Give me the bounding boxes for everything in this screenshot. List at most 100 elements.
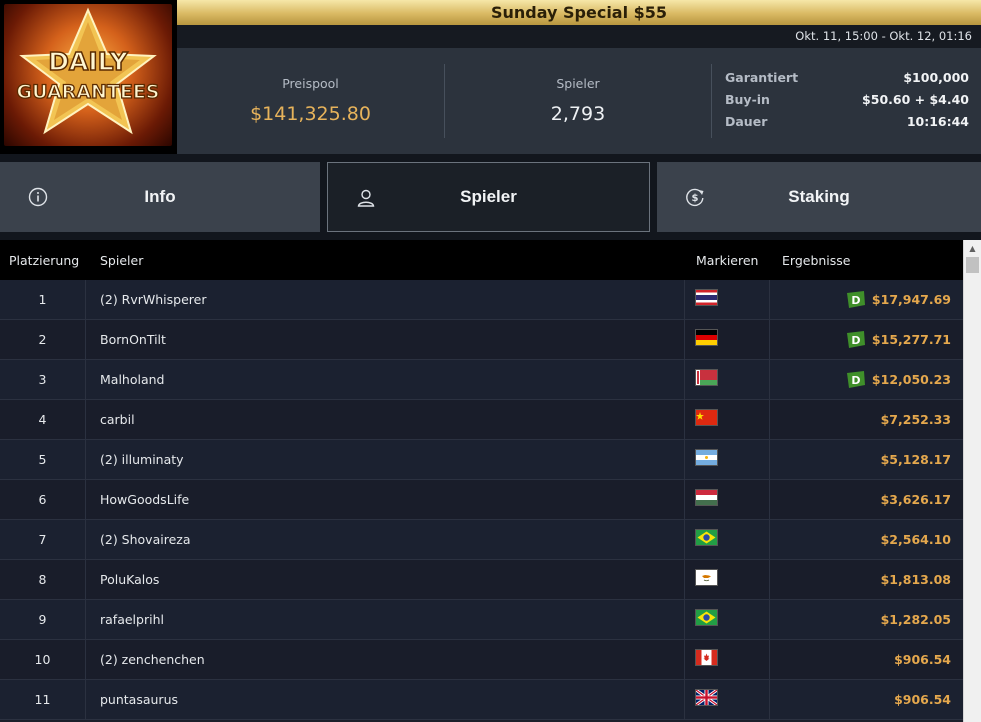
table-row[interactable]: 5 (2) illuminaty $5,128.17 xyxy=(0,440,963,480)
result-cell: $1,282.05 xyxy=(881,600,951,639)
uk-flag-icon xyxy=(695,689,718,706)
players-value: 2,793 xyxy=(550,103,606,125)
rank-cell: 3 xyxy=(0,360,86,399)
stats-panel: Preispool $141,325.80 Spieler 2,793 Gara… xyxy=(177,48,981,154)
svg-text:D: D xyxy=(851,334,860,347)
result-cell: $906.54 xyxy=(894,680,951,719)
header-result[interactable]: Ergebnisse xyxy=(782,253,851,268)
result-value: $7,252.33 xyxy=(880,412,951,427)
argentina-flag-icon xyxy=(695,449,718,466)
player-name[interactable]: (2) Shovaireza xyxy=(100,520,191,559)
table-row[interactable]: 7 (2) Shovaireza $2,564.10 xyxy=(0,520,963,560)
table-row[interactable]: 1 (2) RvrWhisperer D $17,947.69 xyxy=(0,280,963,320)
flag-cell xyxy=(684,320,770,359)
player-name[interactable]: HowGoodsLife xyxy=(100,480,189,519)
daily-guarantees-logo: DAILY GUARANTEES xyxy=(0,0,177,154)
player-name[interactable]: Malholand xyxy=(100,360,164,399)
tournament-title-bar: Sunday Special $55 xyxy=(177,0,981,25)
prize-pool-value: $141,325.80 xyxy=(250,103,371,125)
player-name[interactable]: puntasaurus xyxy=(100,680,178,719)
table-body: 1 (2) RvrWhisperer D $17,947.69 2 BornOnTilt D… xyxy=(0,280,963,720)
table-row[interactable]: 9 rafaelprihl $1,282.05 xyxy=(0,600,963,640)
info-icon xyxy=(28,187,48,207)
table-row[interactable]: 4 carbil $7,252.33 xyxy=(0,400,963,440)
tab-info[interactable]: Info xyxy=(0,162,320,232)
svg-text:GUARANTEES: GUARANTEES xyxy=(17,81,160,103)
flag-cell xyxy=(684,520,770,559)
tab-staking[interactable]: $ Staking xyxy=(657,162,981,232)
dollar-cycle-icon: $ xyxy=(686,188,704,207)
header-flag[interactable]: Markieren xyxy=(696,253,758,268)
table-header: Platzierung Spieler Markieren Ergebnisse xyxy=(0,240,963,280)
details-list: Garantiert $100,000 Buy-in $50.60 + $4.4… xyxy=(725,70,969,136)
scrollbar-thumb[interactable] xyxy=(966,257,979,273)
detail-duration: Dauer 10:16:44 xyxy=(725,114,969,136)
table-row[interactable]: 2 BornOnTilt D $15,277.71 xyxy=(0,320,963,360)
table-row[interactable]: 11 puntasaurus $906.54 xyxy=(0,680,963,720)
tournament-title: Sunday Special $55 xyxy=(490,3,668,22)
result-cell: $1,813.08 xyxy=(881,560,951,599)
person-icon xyxy=(357,189,375,207)
player-name[interactable]: (2) illuminaty xyxy=(100,440,184,479)
rank-cell: 2 xyxy=(0,320,86,359)
cyprus-flag-icon xyxy=(695,569,718,586)
result-cell: $7,252.33 xyxy=(881,400,951,439)
tab-info-label: Info xyxy=(144,187,176,206)
canada-flag-icon xyxy=(695,649,718,666)
detail-key: Dauer xyxy=(725,114,768,129)
detail-value: $100,000 xyxy=(903,70,969,85)
flag-cell xyxy=(684,440,770,479)
player-name[interactable]: BornOnTilt xyxy=(100,320,166,359)
result-cell: $906.54 xyxy=(894,640,951,679)
china-flag-icon xyxy=(695,409,718,426)
detail-key: Garantiert xyxy=(725,70,799,85)
rank-cell: 6 xyxy=(0,480,86,519)
tab-players[interactable]: Spieler xyxy=(327,162,650,232)
detail-key: Buy-in xyxy=(725,92,770,107)
table-row[interactable]: 3 Malholand D $12,050.23 xyxy=(0,360,963,400)
detail-value: 10:16:44 xyxy=(906,114,969,129)
flag-cell xyxy=(684,640,770,679)
header-player[interactable]: Spieler xyxy=(100,253,143,268)
flag-cell xyxy=(684,360,770,399)
result-cell: $2,564.10 xyxy=(881,520,951,559)
result-value: $17,947.69 xyxy=(871,292,951,307)
table-row[interactable]: 8 PoluKalos $1,813.08 xyxy=(0,560,963,600)
germany-flag-icon xyxy=(695,329,718,346)
result-cell: D $15,277.71 xyxy=(845,320,951,359)
player-name[interactable]: (2) RvrWhisperer xyxy=(100,280,207,319)
result-value: $906.54 xyxy=(894,692,951,707)
flag-cell xyxy=(684,280,770,319)
tournament-lobby: DAILY GUARANTEES Sunday Special $55 Okt.… xyxy=(0,0,981,722)
scroll-up-arrow-icon[interactable]: ▲ xyxy=(964,240,981,256)
result-value: $2,564.10 xyxy=(880,532,951,547)
player-name[interactable]: (2) zenchenchen xyxy=(100,640,205,679)
rank-cell: 8 xyxy=(0,560,86,599)
hungary-flag-icon xyxy=(695,489,718,506)
flag-cell xyxy=(684,560,770,599)
staking-d-badge-icon: D xyxy=(846,291,865,308)
player-name[interactable]: PoluKalos xyxy=(100,560,159,599)
players-label: Spieler xyxy=(556,76,600,91)
brazil-flag-icon xyxy=(695,529,718,546)
rank-cell: 5 xyxy=(0,440,86,479)
brazil-flag-icon xyxy=(695,609,718,626)
detail-guaranteed: Garantiert $100,000 xyxy=(725,70,969,92)
result-cell: D $17,947.69 xyxy=(845,280,951,319)
header-rank[interactable]: Platzierung xyxy=(9,253,79,268)
table-row[interactable]: 10 (2) zenchenchen $906.54 xyxy=(0,640,963,680)
player-name[interactable]: carbil xyxy=(100,400,135,439)
result-value: $12,050.23 xyxy=(871,372,951,387)
flag-cell xyxy=(684,680,770,719)
scrollbar[interactable]: ▲ xyxy=(963,240,981,722)
rank-cell: 11 xyxy=(0,680,86,719)
player-name[interactable]: rafaelprihl xyxy=(100,600,164,639)
tab-players-label: Spieler xyxy=(460,187,517,206)
flag-cell xyxy=(684,480,770,519)
result-value: $906.54 xyxy=(894,652,951,667)
result-value: $1,813.08 xyxy=(880,572,951,587)
table-row[interactable]: 6 HowGoodsLife $3,626.17 xyxy=(0,480,963,520)
staking-d-badge-icon: D xyxy=(846,371,865,388)
rank-cell: 1 xyxy=(0,280,86,319)
result-cell: $3,626.17 xyxy=(881,480,951,519)
